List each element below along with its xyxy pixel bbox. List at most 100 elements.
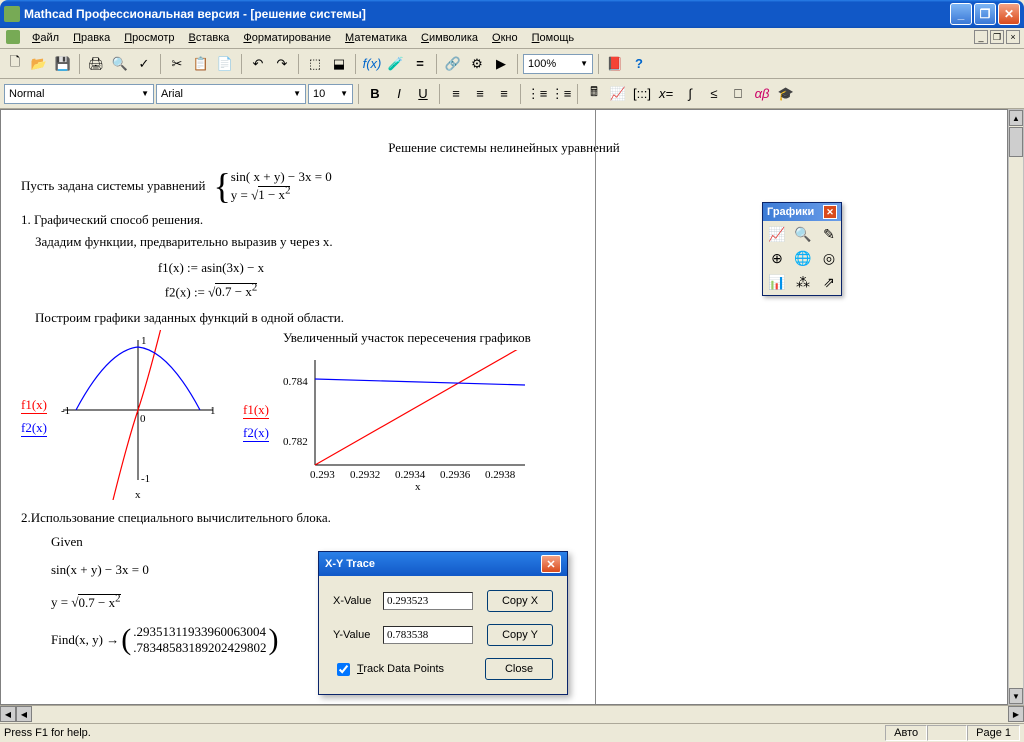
scroll-left-button[interactable]: ◀ xyxy=(0,706,16,722)
fontsize-dropdown[interactable]: 10▼ xyxy=(308,84,353,104)
cut-button[interactable]: ✂ xyxy=(166,53,188,75)
insert-function-button[interactable]: f(x) xyxy=(361,53,383,75)
copy-button[interactable]: 📋 xyxy=(190,53,212,75)
italic-button[interactable]: I xyxy=(388,83,410,105)
vector-plot-icon[interactable]: ⇗ xyxy=(817,271,841,293)
xvalue-input[interactable] xyxy=(383,592,473,610)
graph-palette-header[interactable]: Графики ✕ xyxy=(763,203,841,221)
boolean-palette-button[interactable]: ≤ xyxy=(703,83,725,105)
save-button[interactable]: 💾 xyxy=(52,53,74,75)
zoom-icon[interactable]: 🔍 xyxy=(791,223,815,245)
copy-x-button[interactable]: Copy X xyxy=(487,590,553,612)
greek-palette-button[interactable]: αβ xyxy=(751,83,773,105)
dialog-close-dismiss-button[interactable]: Close xyxy=(485,658,553,680)
calculator-palette-button[interactable]: 🖩 xyxy=(583,83,605,105)
resource-center-button[interactable]: 📕 xyxy=(604,53,626,75)
menu-insert[interactable]: Вставка xyxy=(182,30,235,46)
xy-trace-dialog[interactable]: X-Y Trace ✕ X-Value Copy X Y-Value Copy … xyxy=(318,551,568,695)
bold-button[interactable]: B xyxy=(364,83,386,105)
scroll-up-button[interactable]: ▲ xyxy=(1009,110,1023,126)
underline-button[interactable]: U xyxy=(412,83,434,105)
f1-def: f1(x) := asin(3x) − x xyxy=(21,260,401,276)
insert-hyperlink-button[interactable]: 🔗 xyxy=(442,53,464,75)
minimize-button[interactable]: _ xyxy=(950,3,972,25)
graph-palette[interactable]: Графики ✕ 📈 🔍 ✎ ⊕ 🌐 ◎ 📊 ⁂ ⇗ xyxy=(762,202,842,296)
redo-button[interactable]: ↷ xyxy=(271,53,293,75)
menu-bar: Файл Правка Просмотр Вставка Форматирова… xyxy=(0,28,1024,49)
bar-plot-icon[interactable]: 📊 xyxy=(765,271,789,293)
help-button[interactable]: ? xyxy=(628,53,650,75)
track-checkbox[interactable] xyxy=(337,663,350,676)
align-right-button[interactable]: ≡ xyxy=(493,83,515,105)
status-blank xyxy=(927,725,967,741)
menu-symbolics[interactable]: Символика xyxy=(415,30,484,46)
menu-file[interactable]: Файл xyxy=(26,30,65,46)
svg-text:0.782: 0.782 xyxy=(283,436,308,448)
mdi-minimize-button[interactable]: _ xyxy=(974,30,988,44)
vertical-scrollbar[interactable]: ▲ ▼ xyxy=(1008,109,1024,705)
symbolic-palette-button[interactable]: 🎓 xyxy=(775,83,797,105)
contour-plot-icon[interactable]: ◎ xyxy=(817,247,841,269)
svg-text:-1: -1 xyxy=(61,405,70,417)
bullets-button[interactable]: ⋮≡ xyxy=(526,83,548,105)
align-center-button[interactable]: ≡ xyxy=(469,83,491,105)
track-label[interactable]: TTrack Data Pointsrack Data Points xyxy=(357,663,444,675)
chart-1[interactable]: -11 1-1 0 x xyxy=(53,330,223,504)
trace-icon[interactable]: ✎ xyxy=(817,223,841,245)
undo-button[interactable]: ↶ xyxy=(247,53,269,75)
style-dropdown[interactable]: Normal▼ xyxy=(4,84,154,104)
new-button[interactable]: 🗋 xyxy=(4,53,26,75)
f2-def: f2(x) := √0.7 − x2 xyxy=(21,282,401,300)
align-left-button[interactable]: ≡ xyxy=(445,83,467,105)
scroll-thumb[interactable] xyxy=(1009,127,1023,157)
calculate-button[interactable]: = xyxy=(409,53,431,75)
open-button[interactable]: 📂 xyxy=(28,53,50,75)
insert-unit-button[interactable]: 🧪 xyxy=(385,53,407,75)
matrix-palette-button[interactable]: [:::] xyxy=(631,83,653,105)
zoom-dropdown[interactable]: 100%▼ xyxy=(523,54,593,74)
run-mathconnex-button[interactable]: ▶ xyxy=(490,53,512,75)
menu-edit[interactable]: Правка xyxy=(67,30,116,46)
surface-plot-icon[interactable]: 🌐 xyxy=(791,247,815,269)
align-down-button[interactable]: ⬓ xyxy=(328,53,350,75)
preview-button[interactable]: 🔍 xyxy=(109,53,131,75)
scroll-left2-button[interactable]: ◀ xyxy=(16,706,32,722)
svg-text:0.2938: 0.2938 xyxy=(485,469,516,481)
spellcheck-button[interactable]: ✓ xyxy=(133,53,155,75)
font-dropdown[interactable]: Arial▼ xyxy=(156,84,306,104)
menu-view[interactable]: Просмотр xyxy=(118,30,180,46)
mdi-restore-button[interactable]: ❐ xyxy=(990,30,1004,44)
insert-component-button[interactable]: ⚙ xyxy=(466,53,488,75)
print-button[interactable]: 🖨 xyxy=(85,53,107,75)
page-divider xyxy=(595,110,596,704)
align-regions-button[interactable]: ⬚ xyxy=(304,53,326,75)
svg-text:0.293: 0.293 xyxy=(310,469,335,481)
xy-plot-icon[interactable]: 📈 xyxy=(765,223,789,245)
numbering-button[interactable]: ⋮≡ xyxy=(550,83,572,105)
menu-math[interactable]: Математика xyxy=(339,30,413,46)
close-button[interactable]: ✕ xyxy=(998,3,1020,25)
menu-format[interactable]: Форматирование xyxy=(237,30,337,46)
calculus-palette-button[interactable]: ∫ xyxy=(679,83,701,105)
evaluation-palette-button[interactable]: x= xyxy=(655,83,677,105)
programming-palette-button[interactable]: ⎕ xyxy=(727,83,749,105)
menu-help[interactable]: Помощь xyxy=(526,30,581,46)
graph-palette-button[interactable]: 📈 xyxy=(607,83,629,105)
palette-close-button[interactable]: ✕ xyxy=(823,205,837,219)
dialog-header[interactable]: X-Y Trace ✕ xyxy=(319,552,567,576)
paste-button[interactable]: 📄 xyxy=(214,53,236,75)
polar-plot-icon[interactable]: ⊕ xyxy=(765,247,789,269)
mdi-close-button[interactable]: × xyxy=(1006,30,1020,44)
section-2-title: 2.Использование специального вычислитель… xyxy=(21,510,987,526)
dialog-close-button[interactable]: ✕ xyxy=(541,555,561,573)
menu-window[interactable]: Окно xyxy=(486,30,524,46)
chart-2[interactable]: 0.784 0.782 0.2930.29320.29340.29360.293… xyxy=(275,350,535,494)
copy-y-button[interactable]: Copy Y xyxy=(487,624,553,646)
app-icon xyxy=(4,6,20,22)
scroll-right-button[interactable]: ▶ xyxy=(1008,706,1024,722)
horizontal-scrollbar[interactable]: ◀ ◀ ▶ xyxy=(0,705,1024,723)
maximize-button[interactable]: ❐ xyxy=(974,3,996,25)
scroll-down-button[interactable]: ▼ xyxy=(1009,688,1023,704)
yvalue-input[interactable] xyxy=(383,626,473,644)
scatter-plot-icon[interactable]: ⁂ xyxy=(791,271,815,293)
